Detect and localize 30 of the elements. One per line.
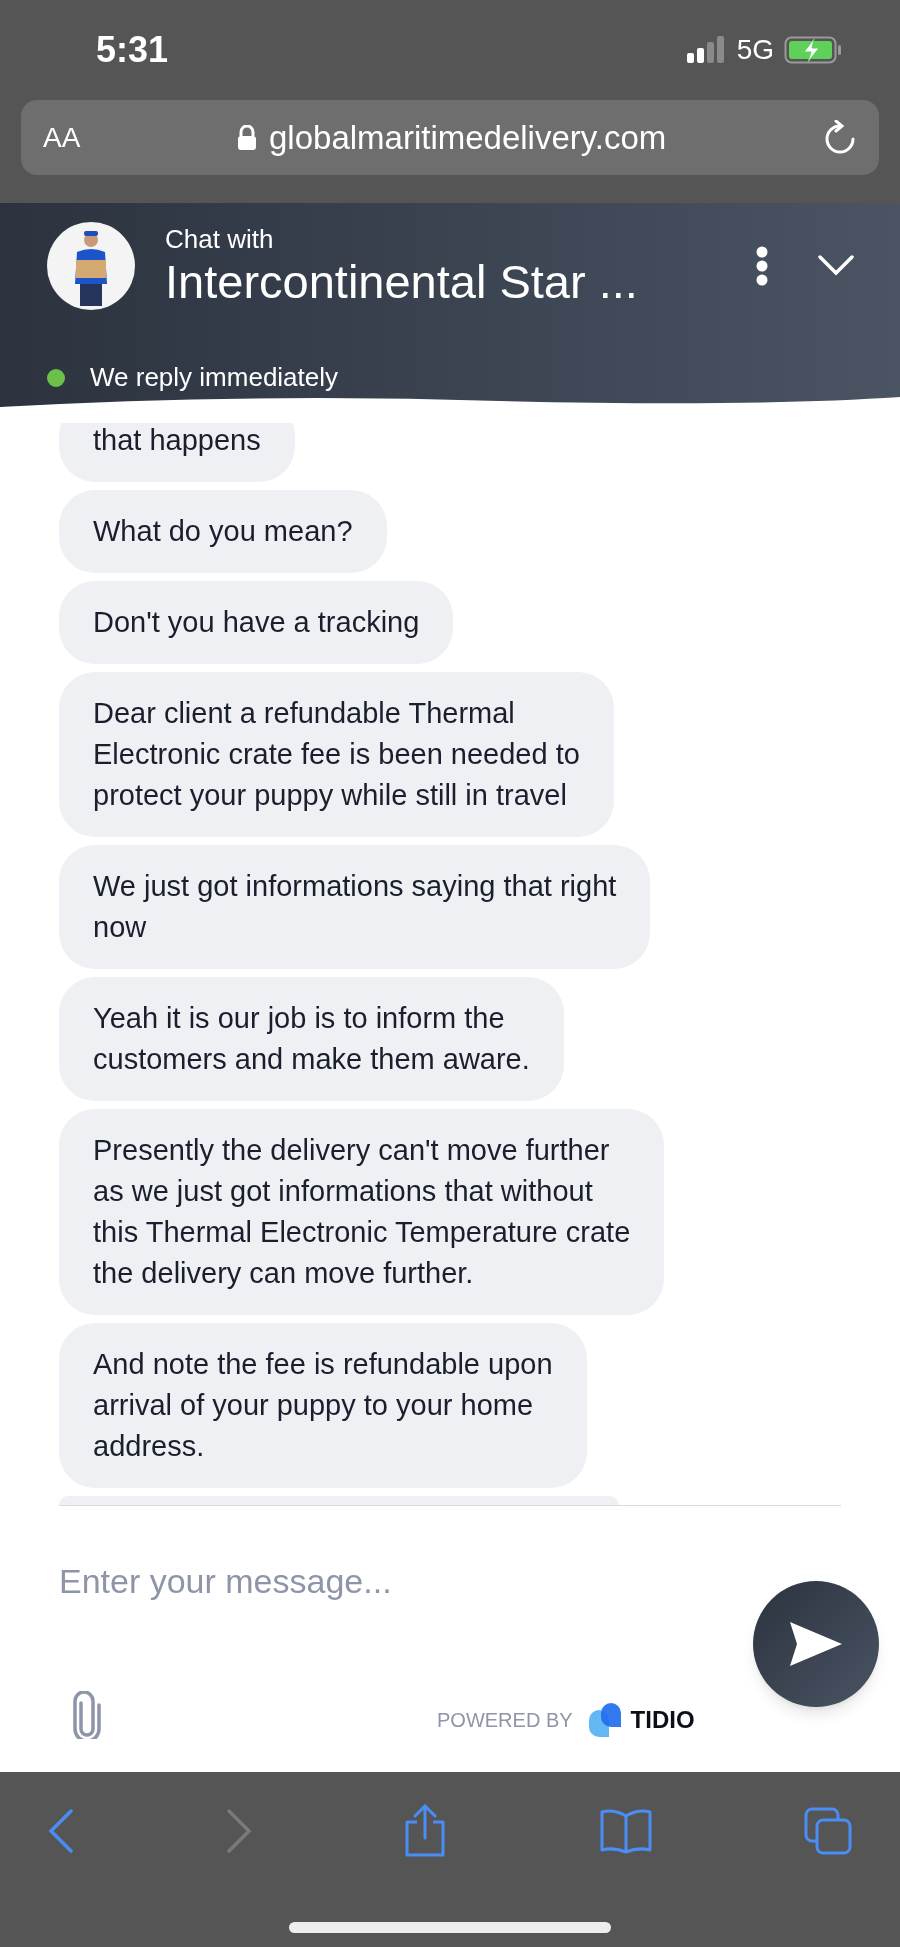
send-icon <box>789 1621 843 1667</box>
chevron-down-icon[interactable] <box>818 255 854 277</box>
message-input[interactable]: Enter your message... <box>59 1556 699 1607</box>
back-icon[interactable] <box>48 1809 74 1853</box>
message-bubble: Dear client a refundable Thermal Electronic crate fee is been needed to protect your puppy while still in travel <box>59 672 614 837</box>
status-time: 5:31 <box>96 28 169 72</box>
tabs-icon[interactable] <box>804 1807 852 1855</box>
reload-icon[interactable] <box>823 119 857 156</box>
network-label: 5G <box>736 33 774 67</box>
powered-by-text: POWERED BY <box>437 1708 573 1733</box>
bookmarks-icon[interactable] <box>598 1808 653 1854</box>
message-bubble: Presently the delivery can't move further as we just got informations that without this Thermal Electronic Temperature crate the delivery can move further. <box>59 1109 665 1315</box>
more-options-icon[interactable] <box>756 246 768 286</box>
text-size-button[interactable]: AA <box>43 116 81 159</box>
attachment-icon[interactable] <box>72 1691 102 1739</box>
url-text: globalmaritimedelivery.com <box>269 117 667 158</box>
message-bubble: Don't you have a tracking <box>59 581 454 664</box>
address-bar[interactable]: AA globalmaritimedelivery.com <box>21 100 879 175</box>
chat-status: We reply immediately <box>90 361 339 394</box>
chat-subtitle: Chat with <box>165 223 275 255</box>
forward-icon <box>225 1809 252 1853</box>
message-bubble: What do you mean? <box>59 490 387 573</box>
brand-link[interactable]: TIDIO <box>588 1702 695 1738</box>
message-bubble: And note the fee is refundable upon arrival of your puppy to your home address. <box>59 1323 587 1488</box>
share-icon[interactable] <box>403 1804 447 1858</box>
message-bubble: We just got informations saying that right now <box>59 845 651 969</box>
chat-bubbles-icon <box>588 1703 623 1737</box>
chat-title: Intercontinental Star ... <box>165 255 638 309</box>
signal-icon <box>686 36 727 64</box>
message-bubble: Yeah it is our job is to inform the customers and make them aware. <box>59 977 564 1101</box>
